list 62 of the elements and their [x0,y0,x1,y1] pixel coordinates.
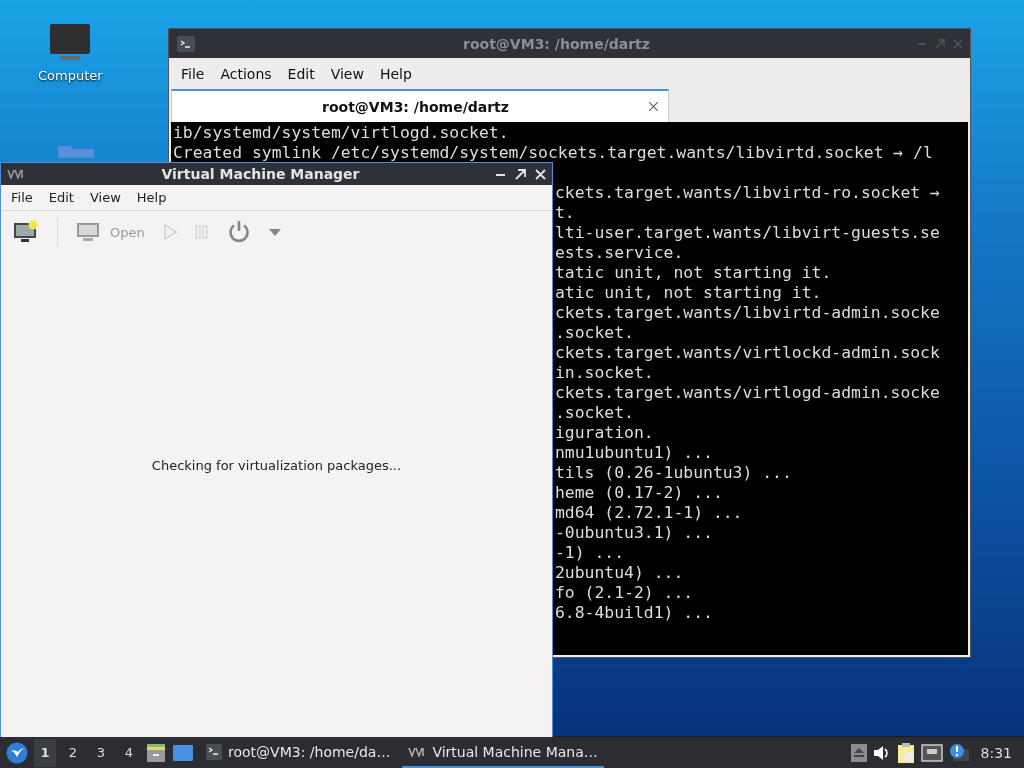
menu-item[interactable]: Help [128,190,175,205]
taskbar-button[interactable]: Virtual Machine Mana… [402,737,604,768]
terminal-line: -0ubuntu3.1) ... [555,523,713,543]
menu-item[interactable]: File [173,65,213,82]
terminal-line: heme (0.17-2) ... [555,483,723,503]
status-message: Checking for virtualization packages... [151,457,402,473]
terminal-line: .socket. [555,403,634,423]
notification-icon[interactable] [948,742,969,763]
terminal-line: ckets.target.wants/virtlockd-admin.sock [555,343,940,363]
clock[interactable]: 8:31 [980,744,1012,761]
menu-item[interactable]: Actions [212,65,280,82]
power-icon[interactable] [226,220,251,244]
terminal-icon [206,743,222,760]
menu-item[interactable]: View [81,190,129,205]
terminal-line: nmu1ubuntu1) ... [555,443,713,463]
terminal-line: Created symlink /etc/systemd/system/sockets.target.wants/libvirtd.socket → /l [172,143,934,163]
menu-item[interactable]: View [322,65,372,82]
menu-item[interactable]: Edit [279,65,323,82]
file-cabinet-icon[interactable] [146,742,166,763]
terminal-line: atic unit, not starting it. [555,283,822,303]
terminal-icon [177,35,195,52]
terminal-line: .socket. [555,323,634,343]
terminal-line: in.socket. [555,363,654,383]
terminal-line: ckets.target.wants/libvirtd-ro.socket → [555,183,940,203]
app-logo-icon [7,169,25,179]
start-menu-icon[interactable] [6,741,28,764]
workspace-button[interactable]: 1 [34,738,56,767]
workspace-button[interactable]: 4 [118,738,140,767]
terminal-line: -1) ... [555,543,625,563]
terminal-line: md64 (2.72.1-1) ... [555,503,743,523]
new-vm-icon[interactable] [13,220,39,244]
network-icon[interactable] [920,743,943,762]
dropdown-caret-icon[interactable] [268,228,281,236]
app-logo-icon [408,746,427,757]
terminal-line: iguration. [555,423,654,443]
terminal-line: 2ubuntu4) ... [555,563,684,583]
eject-icon[interactable] [850,743,867,762]
close-icon[interactable] [649,102,658,111]
workspace-button[interactable]: 3 [90,738,112,767]
terminal-line: tils (0.26-1ubuntu3) ... [555,463,792,483]
terminal-line: ckets.target.wants/virtlogd-admin.socke [555,383,940,403]
desktop-icon[interactable] [172,743,194,762]
terminal-line: ib/systemd/system/virtlogd.socket. [172,123,510,143]
terminal-line: t. [555,203,575,223]
terminal-line: tatic unit, not starting it. [555,263,832,283]
terminal-line: ests.service. [555,243,684,263]
menu-item[interactable]: Help [371,65,420,82]
clipboard-icon[interactable] [896,741,915,764]
volume-icon[interactable] [872,744,891,761]
menu-item[interactable]: File [3,190,41,205]
menu-item[interactable]: Edit [40,190,82,205]
monitor-icon[interactable] [48,22,93,62]
terminal-line: lti-user.target.wants/libvirt-guests.se [555,223,940,243]
workspace-button[interactable]: 2 [62,738,84,767]
window-title: Virtual Machine Manager [160,166,361,182]
terminal-line: ckets.target.wants/libvirtd-admin.socke [555,303,940,323]
taskbar-button[interactable]: root@VM3: /home/da… [200,737,397,768]
monitor-icon [76,222,100,242]
terminal-tab[interactable]: root@VM3: /home/dartz [171,89,669,122]
window-title: root@VM3: /home/dartz [462,35,651,52]
terminal-line: 6.8-4build1) ... [555,603,713,623]
terminal-line: fo (2.1-2) ... [555,583,694,603]
